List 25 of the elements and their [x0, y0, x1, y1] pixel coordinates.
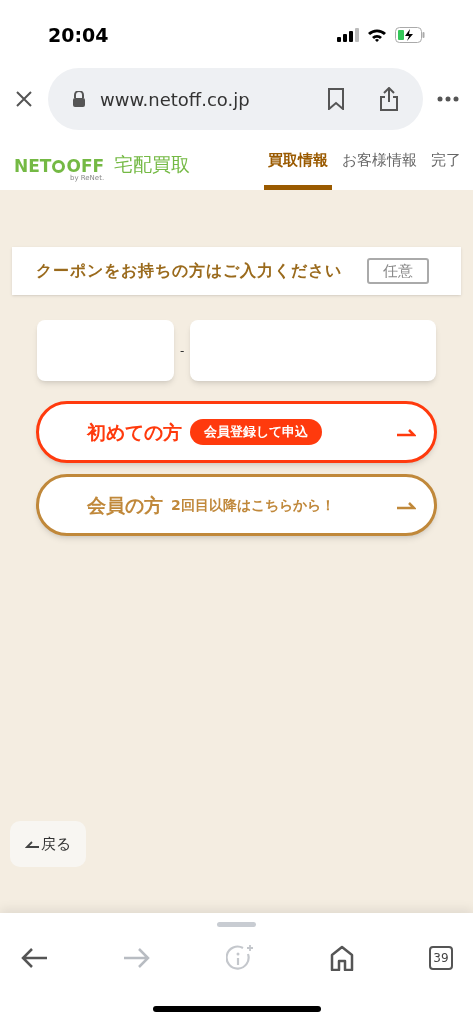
step-tab[interactable]: 完了	[427, 148, 465, 190]
lock-icon	[72, 91, 86, 107]
drag-handle[interactable]	[217, 922, 256, 927]
close-icon[interactable]	[14, 89, 34, 109]
first-time-button[interactable]: 初めての方 会員登録して申込	[36, 401, 437, 463]
address-bar[interactable]: www.netoff.co.jp	[48, 68, 423, 130]
optional-badge: 任意	[367, 257, 429, 285]
home-icon[interactable]	[330, 945, 355, 971]
clock: 20:04	[48, 22, 109, 48]
back-arrow-icon[interactable]	[20, 947, 48, 969]
bookmark-icon[interactable]	[327, 88, 345, 110]
more-icon[interactable]	[437, 96, 459, 102]
separator: -	[180, 342, 185, 360]
coupon-title: クーポンをお持ちの方はご入力ください	[36, 260, 342, 282]
url-text: www.netoff.co.jp	[100, 87, 251, 112]
coupon-input-field[interactable]	[190, 320, 436, 381]
tab-count-button[interactable]: 39	[429, 946, 453, 970]
service-title: 宅配買取	[114, 151, 191, 177]
battery-icon	[395, 27, 425, 43]
share-icon[interactable]	[379, 87, 399, 111]
coupon-input-field[interactable]	[37, 320, 174, 381]
back-button[interactable]: 戻る	[10, 821, 86, 867]
wifi-icon	[367, 28, 387, 42]
step-tab[interactable]: お客様情報	[338, 148, 421, 190]
signal-icon	[337, 28, 359, 42]
